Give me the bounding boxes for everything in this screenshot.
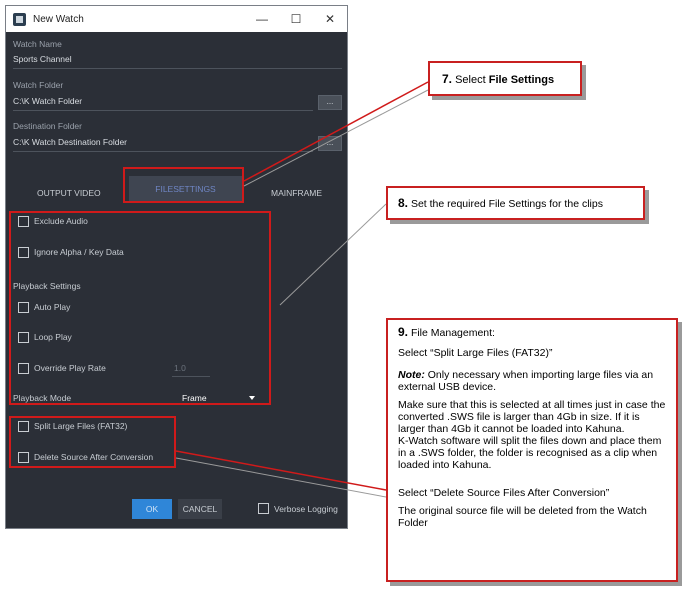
watch-name-input[interactable]: Sports Channel (13, 54, 72, 64)
step9-note-text: Only necessary when importing large file… (398, 369, 654, 393)
title-bar[interactable]: New Watch — ☐ ✕ (6, 6, 347, 32)
step9-para2: K-Watch software will split the files do… (398, 435, 662, 471)
verbose-logging-label: Verbose Logging (274, 504, 338, 514)
minimize-button[interactable]: — (245, 6, 279, 32)
step9-line1: Select “Split Large Files (FAT32)” (398, 347, 553, 359)
highlight-filesettings-tab (123, 167, 244, 203)
step9-number: 9. (398, 325, 409, 339)
destination-folder-label: Destination Folder (13, 121, 82, 131)
step7-bold: File Settings (488, 74, 555, 86)
callout-step8: 8. Set the required File Settings for th… (386, 186, 645, 220)
window-title: New Watch (33, 13, 84, 25)
tab-output-video[interactable]: OUTPUT VIDEO (37, 188, 101, 198)
step7-text: Select (455, 74, 489, 86)
watch-name-underline (13, 68, 342, 69)
maximize-button[interactable]: ☐ (279, 6, 313, 32)
watch-folder-underline (13, 110, 313, 111)
callout-step9: 9. File Management: Select “Split Large … (386, 318, 678, 582)
destination-folder-underline (13, 151, 313, 152)
step7-number: 7. (442, 72, 453, 86)
step9-line2: Select “Delete Source Files After Conver… (398, 487, 610, 499)
step9-heading: File Management: (410, 327, 495, 339)
destination-folder-browse-button[interactable]: ... (318, 136, 342, 151)
tab-mainframe[interactable]: MAINFRAME (271, 188, 322, 198)
step8-text: Set the required File Settings for the c… (410, 198, 603, 210)
close-button[interactable]: ✕ (313, 6, 347, 32)
watch-folder-browse-button[interactable]: ... (318, 95, 342, 110)
cancel-button[interactable]: CANCEL (178, 499, 222, 519)
destination-folder-input[interactable]: C:\K Watch Destination Folder (13, 137, 127, 147)
step9-para1: Make sure that this is selected at all t… (398, 399, 666, 435)
ok-button[interactable]: OK (132, 499, 172, 519)
app-icon (13, 12, 26, 26)
step8-number: 8. (398, 196, 409, 210)
step9-note-label: Note: (398, 369, 425, 381)
step9-para3: The original source file will be deleted… (398, 505, 647, 529)
verbose-logging-checkbox[interactable] (258, 503, 269, 514)
watch-folder-input[interactable]: C:\K Watch Folder (13, 96, 82, 106)
callout-step7: 7. Select File Settings (428, 61, 582, 96)
watch-folder-label: Watch Folder (13, 80, 64, 90)
highlight-file-management (9, 416, 176, 468)
watch-name-label: Watch Name (13, 39, 62, 49)
highlight-file-settings (9, 211, 271, 405)
